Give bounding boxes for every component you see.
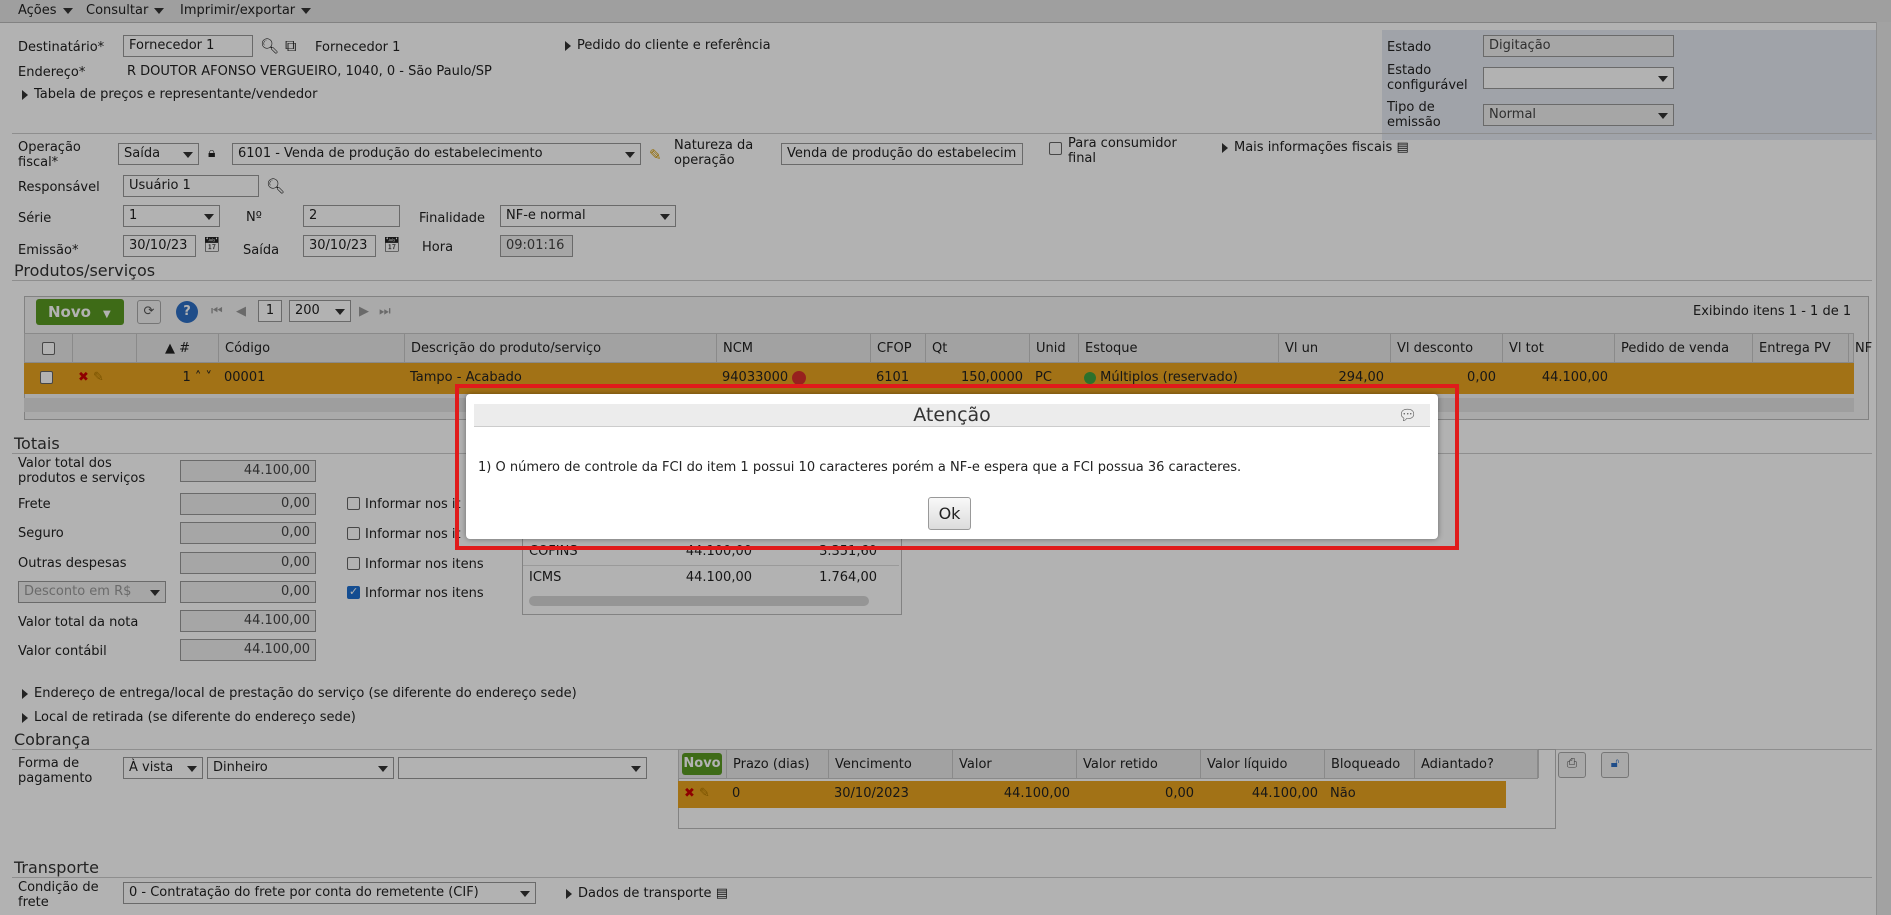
dialog-title: Atenção — [474, 404, 1430, 427]
attention-dialog: Atenção 💬︎ 1) O número de controle da FC… — [466, 394, 1438, 539]
chat-bubble-icon[interactable]: 💬︎ — [1398, 406, 1417, 424]
dialog-message: 1) O número de controle da FCI do item 1… — [478, 460, 1242, 475]
ok-button[interactable]: Ok — [928, 497, 971, 530]
